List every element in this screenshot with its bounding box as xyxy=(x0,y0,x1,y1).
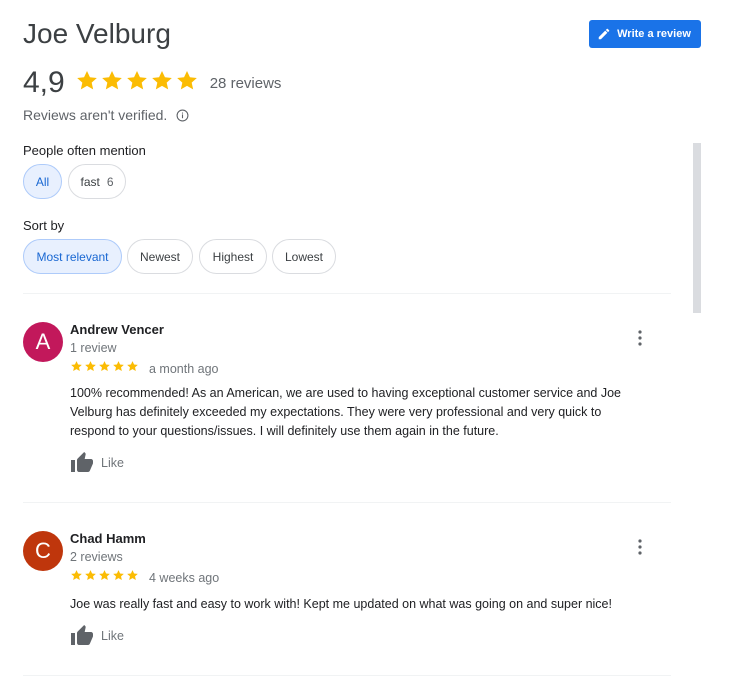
like-button[interactable]: Like xyxy=(70,624,124,648)
divider xyxy=(23,675,671,676)
review-card: A Andrew Vencer 1 review a month ago 100… xyxy=(23,322,683,482)
review-text: Joe was really fast and easy to work wit… xyxy=(70,595,660,614)
review-card: C Chad Hamm 2 reviews 4 weeks ago Joe wa… xyxy=(23,531,683,661)
divider xyxy=(23,293,671,294)
write-review-button[interactable]: Write a review xyxy=(589,20,701,48)
chip-label: All xyxy=(35,174,50,189)
review-rating: 4 weeks ago xyxy=(70,569,219,587)
more-options-icon[interactable] xyxy=(635,538,645,556)
star-icon xyxy=(113,361,124,372)
star-icon xyxy=(126,70,147,89)
sort-label: Sort by xyxy=(23,218,65,233)
sort-option-label: Highest xyxy=(212,249,254,264)
chip-label: fast xyxy=(80,174,100,189)
write-review-label: Write a review xyxy=(617,28,691,40)
review-date: 4 weeks ago xyxy=(149,571,220,585)
verified-text: Reviews aren't verified. xyxy=(23,107,168,123)
rating-value: 4,9 xyxy=(23,66,65,99)
star-icon xyxy=(127,570,138,581)
star-icon xyxy=(85,570,96,581)
sort-most-relevant[interactable]: Most relevant xyxy=(23,239,122,274)
review-author[interactable]: Chad Hamm xyxy=(70,531,146,546)
avatar[interactable]: A xyxy=(23,322,63,362)
mentions-label: People often mention xyxy=(23,143,146,158)
star-icon xyxy=(113,570,124,581)
star-icon xyxy=(85,361,96,372)
star-icon xyxy=(176,70,197,89)
star-icon xyxy=(151,70,172,89)
more-options-icon[interactable] xyxy=(635,329,645,347)
mention-chip-all[interactable]: All xyxy=(23,164,62,199)
thumbs-up-icon xyxy=(71,452,93,472)
sort-option-label: Most relevant xyxy=(36,249,109,264)
review-text-line: 100% recommended! As an American, we are… xyxy=(70,386,622,400)
rating-summary: 4,9 28 reviews xyxy=(23,66,281,100)
avatar[interactable]: C xyxy=(23,531,63,571)
review-author[interactable]: Andrew Vencer xyxy=(70,322,164,337)
author-review-count: 1 review xyxy=(70,341,117,355)
scrollbar[interactable] xyxy=(693,143,701,313)
review-rating: a month ago xyxy=(70,360,219,378)
rating-stars xyxy=(75,69,200,98)
sort-lowest[interactable]: Lowest xyxy=(272,239,336,274)
review-text-line: respond to your questions/issues. I will… xyxy=(70,424,499,438)
star-icon xyxy=(76,70,97,89)
divider xyxy=(23,502,671,503)
pencil-icon xyxy=(598,28,610,40)
review-date: a month ago xyxy=(149,362,219,376)
sort-highest[interactable]: Highest xyxy=(199,239,267,274)
total-reviews: 28 reviews xyxy=(209,74,282,92)
star-icon xyxy=(71,361,82,372)
sort-newest[interactable]: Newest xyxy=(127,239,193,274)
star-icon xyxy=(127,361,138,372)
sort-option-label: Newest xyxy=(139,249,180,264)
star-icon xyxy=(71,570,82,581)
sort-option-label: Lowest xyxy=(284,249,324,264)
mention-chip-fast[interactable]: fast 6 xyxy=(68,164,126,199)
info-icon[interactable] xyxy=(176,109,189,122)
chip-count: 6 xyxy=(106,174,114,189)
review-stars xyxy=(70,360,140,378)
like-button[interactable]: Like xyxy=(70,451,124,475)
star-icon xyxy=(101,70,122,89)
thumbs-up-icon xyxy=(71,625,93,645)
like-label: Like xyxy=(101,456,124,470)
star-icon xyxy=(99,361,110,372)
like-label: Like xyxy=(101,629,124,643)
review-text-line: Velburg has definitely exceeded my expec… xyxy=(70,405,602,419)
verified-note: Reviews aren't verified. xyxy=(23,107,189,123)
review-text: 100% recommended! As an American, we are… xyxy=(70,384,660,441)
author-review-count: 2 reviews xyxy=(70,550,123,564)
star-icon xyxy=(99,570,110,581)
review-stars xyxy=(70,569,140,587)
page-title: Joe Velburg xyxy=(23,18,171,49)
review-text-line: Joe was really fast and easy to work wit… xyxy=(70,597,612,611)
